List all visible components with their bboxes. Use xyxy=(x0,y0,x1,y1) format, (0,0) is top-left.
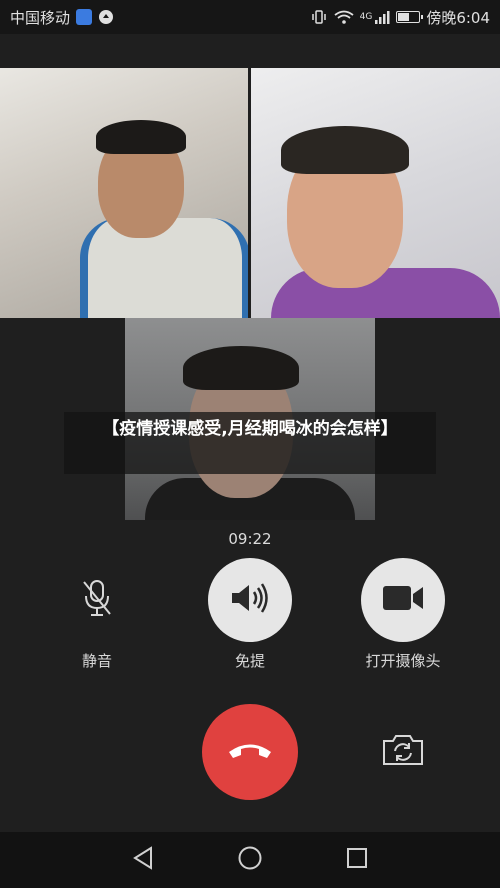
participant-1-hair xyxy=(96,120,186,154)
switch-camera-icon xyxy=(381,733,425,771)
status-bar: 中国移动 4G 傍晚6:04 xyxy=(0,0,500,34)
cellular-signal-icon: 4G xyxy=(360,10,391,24)
video-title-banner: 【疫情授课感受,月经期喝冰的会怎样】 xyxy=(64,412,436,474)
speaker-button[interactable] xyxy=(208,558,292,642)
speaker-icon xyxy=(229,581,271,619)
wifi-icon xyxy=(334,10,354,24)
nav-home-button[interactable] xyxy=(230,840,270,880)
video-camera-icon xyxy=(381,583,425,617)
nav-home-icon xyxy=(237,845,263,875)
switch-camera-button[interactable] xyxy=(380,734,426,770)
status-time: 傍晚6:04 xyxy=(426,8,490,27)
system-navigation-bar xyxy=(0,832,500,888)
participant-video-1[interactable] xyxy=(0,68,248,318)
camera-button[interactable] xyxy=(361,558,445,642)
speaker-label: 免提 xyxy=(234,652,265,670)
mute-label: 静音 xyxy=(81,652,112,670)
phone-hangup-icon xyxy=(226,739,274,765)
nav-recents-button[interactable] xyxy=(337,840,377,880)
hangup-button[interactable] xyxy=(202,704,298,800)
participant-2-shirt xyxy=(271,268,500,318)
self-hair xyxy=(183,346,299,390)
battery-icon xyxy=(396,11,424,23)
nav-back-button[interactable] xyxy=(123,840,163,880)
notification-icon xyxy=(98,9,114,25)
participant-2-hair xyxy=(281,126,409,174)
nav-back-icon xyxy=(132,846,154,874)
app-notification-icon xyxy=(76,9,93,25)
camera-label: 打开摄像头 xyxy=(365,652,441,670)
mute-button[interactable] xyxy=(55,558,139,642)
participant-video-2[interactable] xyxy=(251,68,500,318)
call-timer: 09:22 xyxy=(228,530,272,548)
carrier-name: 中国移动 xyxy=(10,8,71,27)
mic-off-icon xyxy=(80,578,114,622)
status-right: 4G 傍晚6:04 xyxy=(310,7,490,28)
network-type-label: 4G xyxy=(359,12,373,22)
vibrate-icon xyxy=(310,10,328,24)
status-left: 中国移动 xyxy=(10,7,114,28)
participant-1-shirt xyxy=(80,218,248,318)
nav-recents-icon xyxy=(346,847,368,873)
